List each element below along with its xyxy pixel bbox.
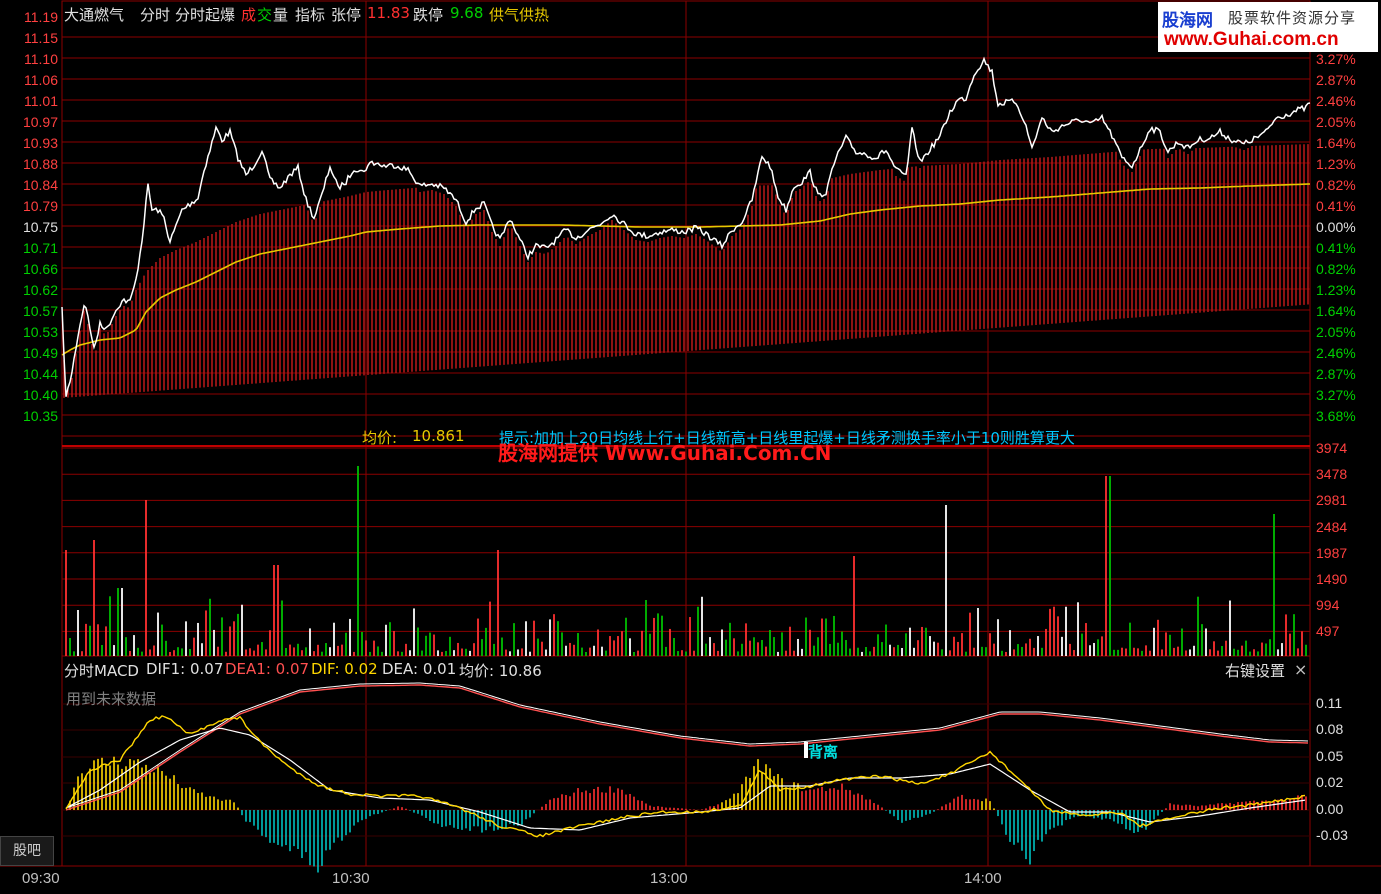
price-tick: 10.53 <box>22 324 58 340</box>
right-click-settings[interactable]: 右键设置 <box>1225 660 1285 681</box>
sector-label[interactable]: 供气供热 <box>489 4 549 25</box>
limit-up-value: 11.83 <box>367 4 410 22</box>
macd-title[interactable]: 分时MACD <box>64 660 139 681</box>
limit-down-label: 跌停 <box>413 6 444 24</box>
dea-value: DEA: 0.01 <box>382 660 457 678</box>
price-tick: 10.62 <box>22 282 58 298</box>
tab-intraday[interactable]: 分时 <box>140 4 170 25</box>
stock-name[interactable]: 大通燃气 <box>64 4 124 25</box>
price-tick: 10.40 <box>22 387 58 403</box>
avg-price-value: 10.861 <box>412 427 465 445</box>
volume-label-part2[interactable]: 交 <box>257 4 272 25</box>
volume-tick: 1490 <box>1316 571 1348 587</box>
avg-price-label: 均价: <box>362 429 398 447</box>
volume-tick: 2484 <box>1316 518 1348 535</box>
dif-value: DIF: 0.02 <box>311 660 378 678</box>
price-tick: 10.35 <box>22 408 58 424</box>
price-tick: 11.19 <box>24 9 58 25</box>
percent-tick: 2.46% <box>1316 345 1356 361</box>
price-tick: 10.66 <box>22 261 58 277</box>
logo-name: 股海网 <box>1162 11 1213 31</box>
macd-tick: 0.11 <box>1316 695 1343 711</box>
percent-tick: 1.64% <box>1316 303 1356 319</box>
site-logo[interactable]: 股海网 股票软件资源分享 www.Guhai.com.cn <box>1158 2 1378 52</box>
percent-tick: 3.27% <box>1316 51 1356 67</box>
macd-avg-price: 均价: 10.86 <box>459 662 542 680</box>
percent-tick: 2.87% <box>1316 366 1356 382</box>
macd-tick: 0.02 <box>1316 774 1344 790</box>
macd-tick: 0.08 <box>1316 721 1344 737</box>
volume-tick: 1987 <box>1316 544 1348 561</box>
dea1-value: DEA1: 0.07 <box>225 660 310 678</box>
percent-tick: 1.23% <box>1316 282 1356 298</box>
time-label-0930: 09:30 <box>22 870 60 887</box>
price-tick: 11.06 <box>24 72 58 88</box>
percent-tick: 0.82% <box>1316 177 1356 193</box>
macd-tick: 0.00 <box>1316 801 1344 817</box>
volume-tick: 994 <box>1316 597 1340 614</box>
percent-tick: 2.05% <box>1316 324 1356 340</box>
volume-label-part1[interactable]: 成 <box>241 4 256 25</box>
watermark: 股海网提供 Www.Guhai.Com.CN <box>498 441 832 465</box>
price-tick: 10.79 <box>22 198 58 214</box>
close-icon[interactable]: × <box>1294 660 1307 679</box>
percent-tick: 0.41% <box>1316 240 1356 256</box>
price-tick: 11.10 <box>24 51 58 67</box>
price-tick: 10.75 <box>22 219 58 235</box>
dif1-value: DIF1: 0.07 <box>146 660 224 678</box>
tab-indicator-name[interactable]: 分时起爆 <box>175 4 235 25</box>
logo-url: www.Guhai.com.cn <box>1164 29 1339 50</box>
percent-tick: 2.46% <box>1316 93 1356 109</box>
percent-tick: 0.82% <box>1316 261 1356 277</box>
percent-tick: 0.41% <box>1316 198 1356 214</box>
percent-tick: 1.64% <box>1316 135 1356 151</box>
price-tick: 10.71 <box>22 240 58 256</box>
dif1-line <box>65 682 1309 809</box>
price-tick: 10.57 <box>22 303 58 319</box>
percent-tick: 3.27% <box>1316 387 1356 403</box>
time-label-1400: 14:00 <box>964 870 1002 887</box>
price-tick: 10.49 <box>22 345 58 361</box>
price-tick: 10.44 <box>22 366 58 382</box>
time-label-1030: 10:30 <box>332 870 370 887</box>
limit-down-value: 9.68 <box>450 4 484 22</box>
indicator-button[interactable]: 指标 <box>295 4 325 25</box>
volume-tick: 2981 <box>1316 492 1348 509</box>
limit-up-label: 张停 <box>331 6 362 24</box>
price-tick: 10.93 <box>22 135 58 151</box>
price-tick: 10.97 <box>22 114 58 130</box>
divergence-label: 背离 <box>808 743 839 761</box>
future-data-note: 用到未来数据 <box>66 690 157 708</box>
price-tick: 11.01 <box>24 93 58 109</box>
guba-button[interactable]: 股吧 <box>0 836 54 866</box>
time-label-1300: 13:00 <box>650 870 688 887</box>
macd-tick: 0.05 <box>1316 748 1344 764</box>
macd-tick: -0.03 <box>1316 827 1348 843</box>
price-tick: 10.84 <box>22 177 58 193</box>
percent-tick: 3.68% <box>1316 408 1356 424</box>
percent-tick: 2.05% <box>1316 114 1356 130</box>
volume-tick: 497 <box>1316 623 1340 640</box>
percent-tick: 0.00% <box>1316 219 1356 235</box>
price-tick: 11.15 <box>24 30 58 46</box>
volume-label-part3[interactable]: 量 <box>273 4 288 25</box>
volume-tick: 3974 <box>1316 440 1348 456</box>
price-tick: 10.88 <box>22 156 58 172</box>
volume-tick: 3478 <box>1316 466 1348 483</box>
percent-tick: 1.23% <box>1316 156 1356 172</box>
percent-tick: 2.87% <box>1316 72 1356 88</box>
logo-slogan: 股票软件资源分享 <box>1228 9 1357 27</box>
